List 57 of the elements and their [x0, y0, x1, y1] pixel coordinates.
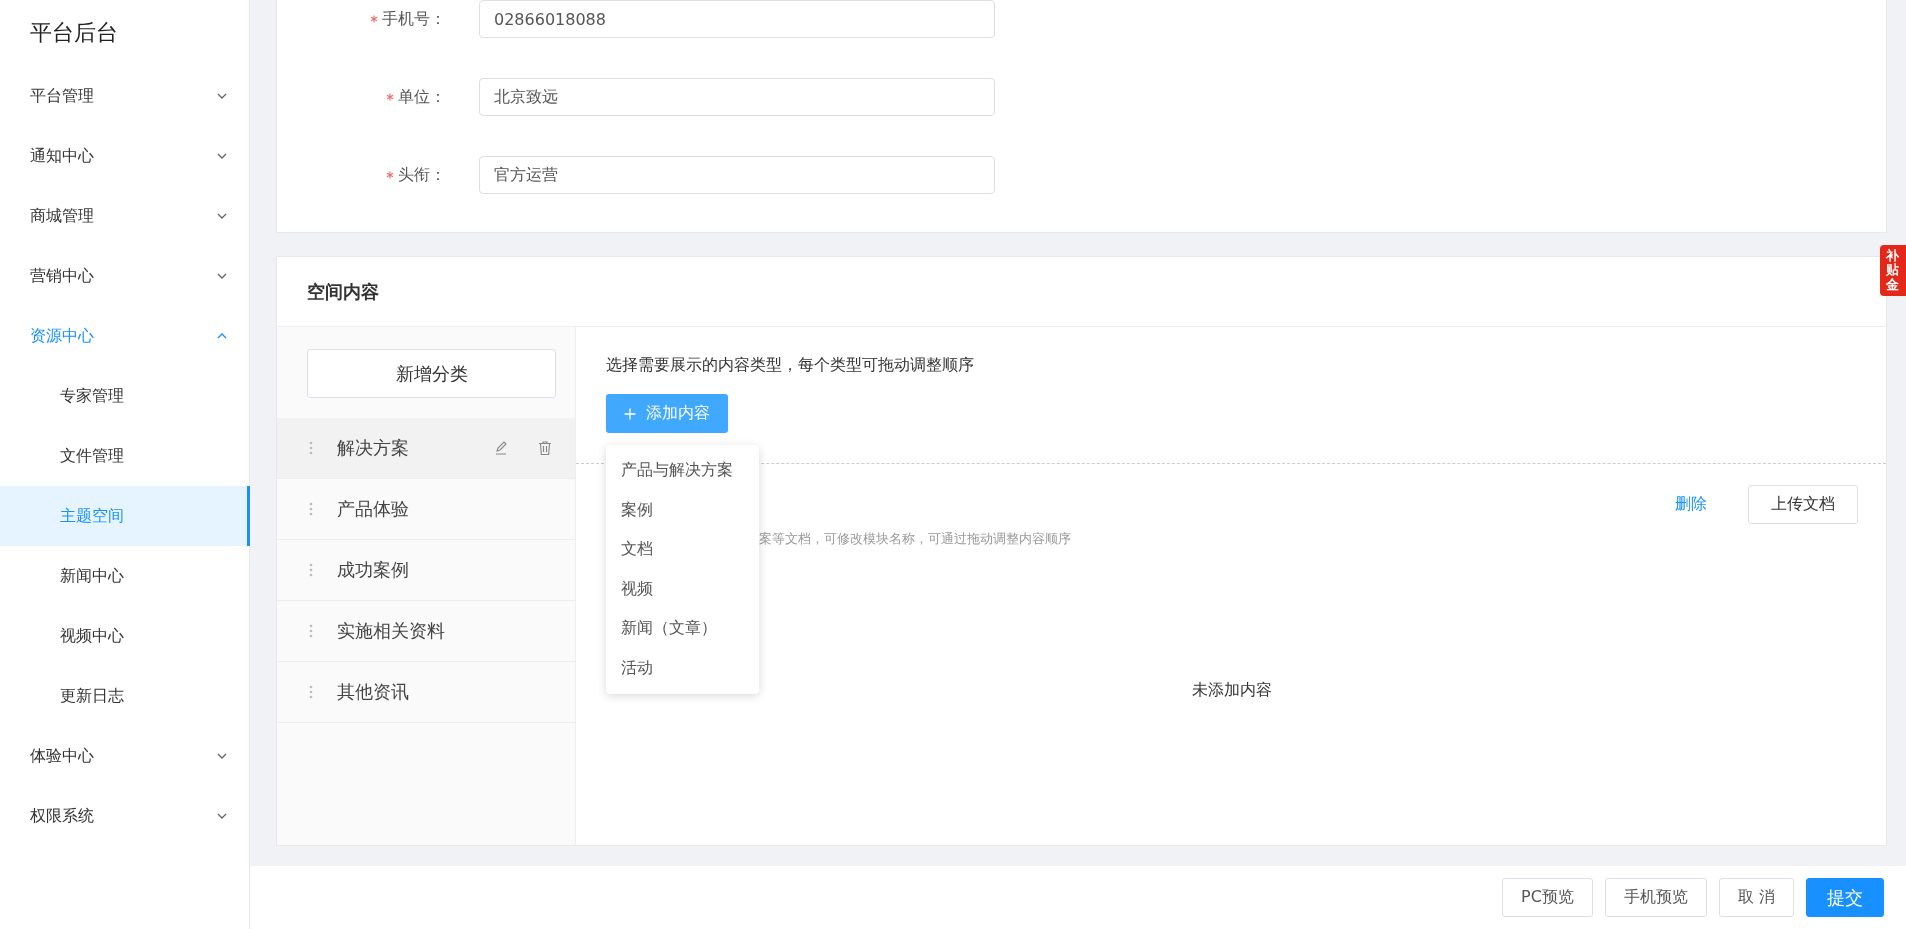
plus-icon	[624, 407, 636, 420]
dropdown-item[interactable]: 视频	[606, 569, 759, 609]
chevron-icon	[217, 333, 227, 339]
drag-handle-icon[interactable]	[309, 502, 313, 516]
drag-handle-icon[interactable]	[309, 441, 313, 455]
chevron-icon	[217, 93, 227, 99]
chevron-icon	[217, 753, 227, 759]
submenu-item[interactable]: 更新日志	[0, 666, 250, 726]
category-item[interactable]: 成功案例	[277, 540, 575, 601]
footer-button[interactable]: 取 消	[1718, 878, 1794, 917]
chevron-icon	[217, 153, 227, 159]
drag-handle-icon[interactable]	[309, 685, 313, 699]
chevron-icon	[217, 813, 227, 819]
chevron-icon	[217, 273, 227, 279]
field-label: 头衔：	[398, 164, 446, 186]
category-item[interactable]: 实施相关资料	[277, 601, 575, 662]
chevron-icon	[217, 213, 227, 219]
input-field[interactable]: 官方运营	[479, 156, 995, 194]
category-item[interactable]: 解决方案	[277, 418, 575, 479]
footer-button[interactable]: PC预览	[1502, 878, 1593, 917]
submenu-item[interactable]: 视频中心	[0, 606, 250, 666]
menu-item[interactable]: 权限系统	[0, 786, 249, 846]
menu-item[interactable]: 平台管理	[0, 66, 249, 126]
input-field[interactable]: 02866018088	[479, 0, 995, 38]
add-category-button[interactable]: 新增分类	[307, 349, 556, 398]
category-label: 其他资讯	[337, 680, 410, 704]
footer-button[interactable]: 手机预览	[1604, 878, 1707, 917]
menu-item[interactable]: 体验中心	[0, 726, 249, 786]
input-field[interactable]: 北京致远	[479, 78, 995, 116]
category-label: 产品体验	[337, 497, 410, 521]
dropdown-item[interactable]: 新闻（文章）	[606, 609, 759, 649]
instruction-text: 选择需要展示的内容类型，每个类型可拖动调整顺序	[606, 355, 975, 376]
dropdown-item[interactable]: 活动	[606, 648, 759, 688]
app-title: 平台后台	[29, 19, 119, 47]
upload-button[interactable]: 上传文档	[1748, 485, 1858, 524]
edit-icon[interactable]	[493, 440, 509, 456]
drag-handle-icon[interactable]	[309, 624, 313, 638]
submenu-item[interactable]: 新闻中心	[0, 546, 250, 606]
category-label: 成功案例	[337, 558, 410, 582]
category-item[interactable]: 其他资讯	[277, 662, 575, 723]
category-label: 解决方案	[337, 436, 410, 460]
field-label: 单位：	[398, 86, 446, 108]
category-label: 实施相关资料	[337, 619, 446, 643]
field-label: 手机号：	[382, 8, 446, 30]
menu-item[interactable]: 商城管理	[0, 186, 249, 246]
dropdown-item[interactable]: 文档	[606, 530, 759, 570]
empty-text: 未添加内容	[1192, 680, 1272, 699]
category-item[interactable]: 产品体验	[277, 479, 575, 540]
menu-item[interactable]: 营销中心	[0, 246, 249, 306]
menu-item[interactable]: 通知中心	[0, 126, 249, 186]
dropdown-item[interactable]: 案例	[606, 490, 759, 530]
side-badge[interactable]: 补贴金	[1880, 245, 1906, 296]
submenu-item[interactable]: 专家管理	[0, 366, 250, 426]
submenu-item[interactable]: 文件管理	[0, 426, 250, 486]
delete-icon[interactable]	[537, 440, 553, 456]
drag-handle-icon[interactable]	[309, 563, 313, 577]
dropdown-item[interactable]: 产品与解决方案	[606, 451, 759, 491]
